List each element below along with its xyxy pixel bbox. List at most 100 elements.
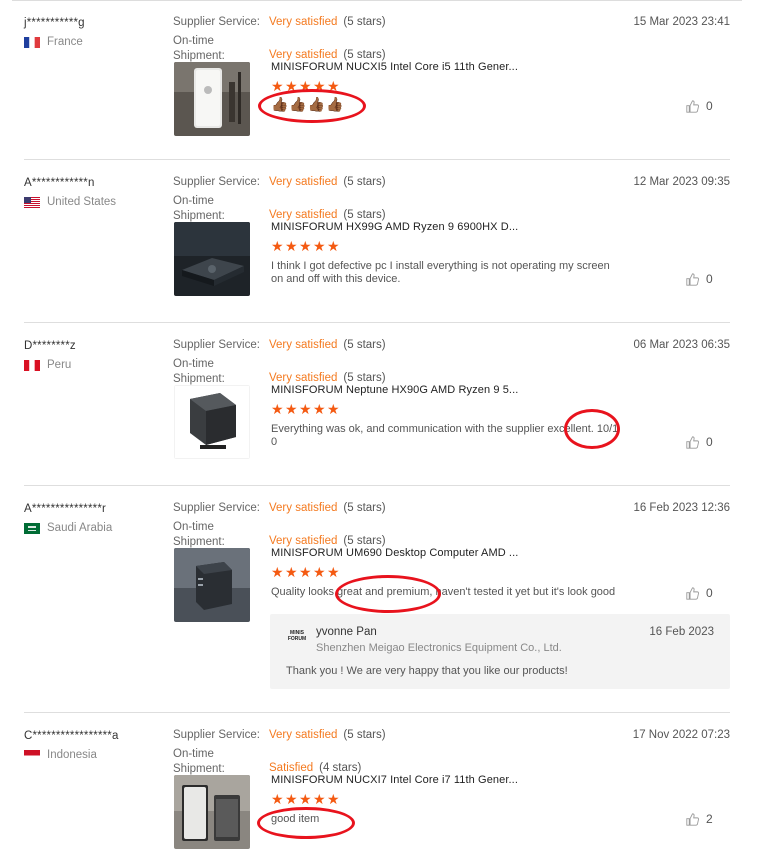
supplier-rating: Very satisfied (5 stars) <box>269 16 386 28</box>
france-flag-icon <box>24 36 40 48</box>
review-date: 16 Feb 2023 12:36 <box>633 502 730 514</box>
product-thumbnail[interactable] <box>174 385 250 459</box>
supplier-service-label: Supplier Service: <box>173 339 260 351</box>
shipment-rating: Satisfied (4 stars) <box>269 762 362 774</box>
star-icon: ★ <box>327 78 340 94</box>
supplier-service-label: Supplier Service: <box>173 16 260 28</box>
helpful-button[interactable]: 2 <box>686 812 713 826</box>
on-time-label: On-time <box>173 748 214 760</box>
star-icon: ★ <box>285 78 298 94</box>
helpful-count: 0 <box>706 586 713 600</box>
star-rating: ★ ★ ★ ★ ★ <box>271 78 340 94</box>
shipment-label: Shipment: <box>173 763 225 775</box>
product-title[interactable]: MINISFORUM UM690 Desktop Computer AMD ..… <box>271 547 518 559</box>
product-title[interactable]: MINISFORUM NUCXI7 Intel Core i7 11th Gen… <box>271 774 518 786</box>
review-item: C*****************a Indonesia Supplier S… <box>24 713 730 852</box>
star-rating: ★ ★ ★ ★ ★ <box>271 238 340 254</box>
country-name: France <box>47 36 83 48</box>
country-name: Peru <box>47 359 72 371</box>
shipment-label: Shipment: <box>173 50 225 62</box>
star-icon: ★ <box>285 238 298 254</box>
thumbs-up-icon <box>686 812 699 826</box>
on-time-label: On-time <box>173 358 214 370</box>
review-date: 17 Nov 2022 07:23 <box>632 729 730 741</box>
star-icon: ★ <box>313 238 326 254</box>
shipment-label: Shipment: <box>173 536 225 548</box>
helpful-button[interactable]: 0 <box>686 586 713 600</box>
helpful-button[interactable]: 0 <box>686 272 713 286</box>
reviewer-country: France <box>24 36 83 48</box>
star-icon: ★ <box>285 564 298 580</box>
star-icon: ★ <box>313 791 326 807</box>
star-icon: ★ <box>285 791 298 807</box>
shipment-label: Shipment: <box>173 210 225 222</box>
star-icon: ★ <box>299 791 312 807</box>
helpful-button[interactable]: 0 <box>686 435 713 449</box>
review-text: good item <box>271 813 320 825</box>
star-icon: ★ <box>313 78 326 94</box>
reviewer-country: Indonesia <box>24 749 97 761</box>
shipment-rating: Very satisfied (5 stars) <box>269 535 386 547</box>
star-icon: ★ <box>313 564 326 580</box>
review-item: A***************r Saudi Arabia Supplier … <box>24 486 730 713</box>
product-title[interactable]: MINISFORUM NUCXI5 Intel Core i5 11th Gen… <box>271 61 518 73</box>
country-name: United States <box>47 196 117 208</box>
reviewer-name: j***********g <box>24 17 85 29</box>
star-icon: ★ <box>299 564 312 580</box>
product-thumbnail[interactable] <box>174 548 250 622</box>
star-icon: ★ <box>299 78 312 94</box>
shipment-label: Shipment: <box>173 373 225 385</box>
thumbs-up-icon <box>686 586 699 600</box>
star-icon: ★ <box>327 791 340 807</box>
reviewer-country: United States <box>24 196 116 208</box>
thumbs-up-icon <box>686 272 699 286</box>
product-thumbnail[interactable] <box>174 775 250 849</box>
saudi-arabia-flag-icon <box>24 522 40 534</box>
review-text: Quality looks great and premium, haven't… <box>271 586 616 598</box>
shipment-rating: Very satisfied (5 stars) <box>269 372 386 384</box>
reviewer-name: A***************r <box>24 503 107 515</box>
review-date: 15 Mar 2023 23:41 <box>633 16 730 28</box>
helpful-count: 0 <box>706 272 713 286</box>
country-name: Indonesia <box>47 749 97 761</box>
product-title[interactable]: MINISFORUM HX99G AMD Ryzen 9 6900HX D... <box>271 221 518 233</box>
thumbs-up-icon <box>686 99 699 113</box>
star-icon: ★ <box>271 78 284 94</box>
supplier-rating: Very satisfied (5 stars) <box>269 729 386 741</box>
supplier-rating: Very satisfied (5 stars) <box>269 339 386 351</box>
reviewer-country: Saudi Arabia <box>24 522 112 534</box>
reply-company: Shenzhen Meigao Electronics Equipment Co… <box>316 642 562 654</box>
reply-date: 16 Feb 2023 <box>649 626 714 638</box>
product-title[interactable]: MINISFORUM Neptune HX90G AMD Ryzen 9 5..… <box>271 384 518 396</box>
star-icon: ★ <box>327 238 340 254</box>
star-icon: ★ <box>271 564 284 580</box>
product-thumbnail[interactable] <box>174 222 250 296</box>
star-icon: ★ <box>299 238 312 254</box>
seller-logo: MINIS FORUM <box>287 630 307 642</box>
supplier-service-label: Supplier Service: <box>173 502 260 514</box>
star-icon: ★ <box>327 564 340 580</box>
review-date: 06 Mar 2023 06:35 <box>633 339 730 351</box>
country-name: Saudi Arabia <box>47 522 113 534</box>
review-text: Everything was ok, and communication wit… <box>271 423 619 448</box>
product-thumbnail[interactable] <box>174 62 250 136</box>
star-icon: ★ <box>271 791 284 807</box>
reviewer-name: C*****************a <box>24 730 119 742</box>
star-icon: ★ <box>285 401 298 417</box>
review-text: 👍🏾👍🏾👍🏾👍🏾 <box>271 96 345 112</box>
on-time-label: On-time <box>173 521 214 533</box>
helpful-button[interactable]: 0 <box>686 99 713 113</box>
review-item: D********z Peru Supplier Service: Very s… <box>24 323 730 486</box>
supplier-service-label: Supplier Service: <box>173 176 260 188</box>
review-text: I think I got defective pc I install eve… <box>271 260 610 285</box>
review-item: j***********g France Supplier Service: V… <box>24 0 730 160</box>
star-rating: ★ ★ ★ ★ ★ <box>271 401 340 417</box>
supplier-rating: Very satisfied (5 stars) <box>269 502 386 514</box>
reviewer-name: D********z <box>24 340 76 352</box>
review-date: 12 Mar 2023 09:35 <box>633 176 730 188</box>
peru-flag-icon <box>24 359 40 371</box>
supplier-rating: Very satisfied (5 stars) <box>269 176 386 188</box>
reply-author: yvonne Pan <box>316 626 377 638</box>
reply-text: Thank you ! We are very happy that you l… <box>286 665 568 677</box>
star-icon: ★ <box>327 401 340 417</box>
